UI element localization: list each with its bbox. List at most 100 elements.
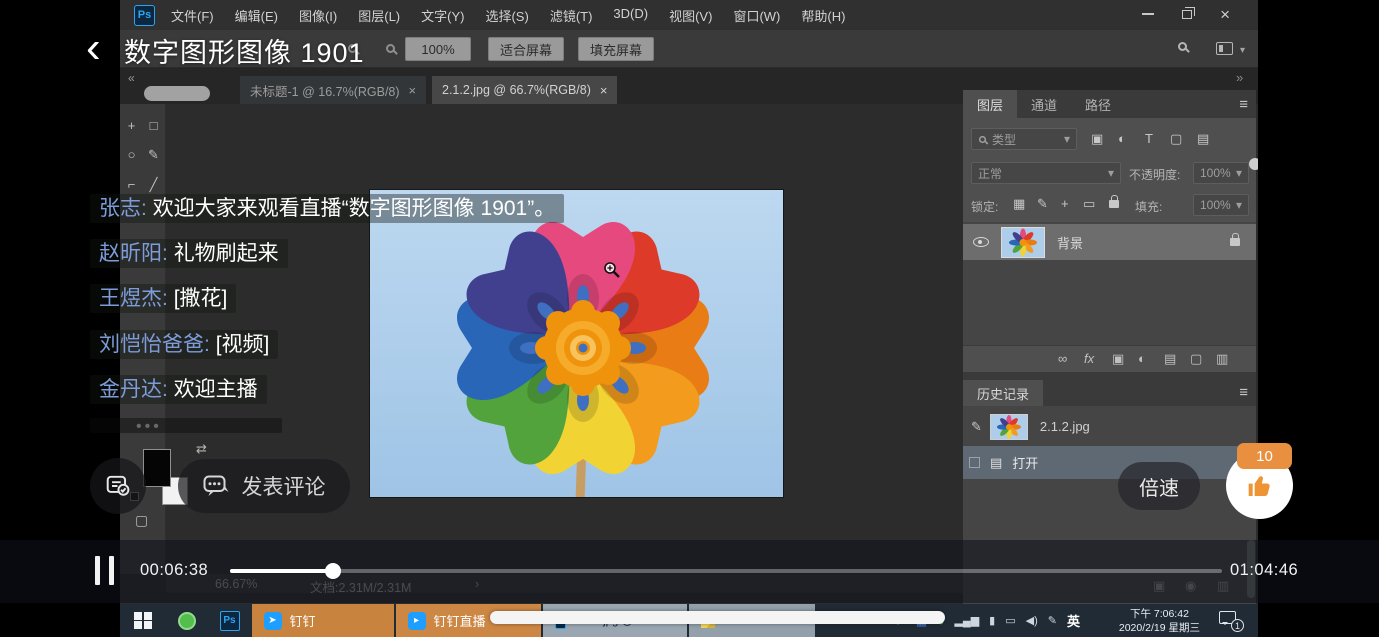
taskbar-clock[interactable]: 下午 7:06:42 2020/2/19 星期三 <box>1119 607 1200 635</box>
chat-username[interactable]: 刘恺怡爸爸: <box>99 333 210 356</box>
volume-icon[interactable]: ◀) <box>1026 614 1038 627</box>
layers-panel-tabs: 图层 通道 路径 ≡ <box>963 90 1256 118</box>
home-indicator[interactable] <box>490 611 945 624</box>
chat-username[interactable]: 赵昕阳: <box>99 242 168 265</box>
tab-history[interactable]: 历史记录 <box>963 380 1043 406</box>
quick-mask-icon[interactable]: ▢ <box>135 512 148 529</box>
move-tool-icon[interactable]: + <box>121 118 143 133</box>
snapshot-brush-icon[interactable]: ✎ <box>971 419 982 435</box>
layer-group-icon[interactable]: ▤ <box>1164 351 1176 367</box>
layer-thumbnail[interactable] <box>1001 227 1045 258</box>
chat-overlay: 张志: 欢迎大家来观看直播“数字图形图像 1901”。 赵昕阳: 礼物刷起来 王… <box>90 192 568 433</box>
layer-fx-icon[interactable]: fx <box>1084 351 1094 366</box>
opacity-select[interactable]: 100% ▾ <box>1193 162 1249 184</box>
sign-in-button[interactable] <box>90 458 146 514</box>
fit-screen-button[interactable]: 适合屏幕 <box>488 37 564 61</box>
lock-pixels-icon[interactable]: ✎ <box>1037 196 1048 212</box>
menu-help[interactable]: 帮助(H) <box>801 6 845 25</box>
network-signal-icon[interactable]: ▂▄▆ <box>954 614 979 627</box>
close-icon[interactable]: × <box>1220 6 1230 23</box>
blend-mode-select[interactable]: 正常 ▾ <box>971 162 1121 184</box>
crop-tool-icon[interactable]: ⌐ <box>121 177 143 193</box>
history-snapshot-row[interactable]: ✎ 2.1.2.jpg <box>963 410 1256 443</box>
menu-3d[interactable]: 3D(D) <box>613 6 648 25</box>
menu-select[interactable]: 选择(S) <box>485 6 528 25</box>
tab-close-icon[interactable]: × <box>409 83 417 98</box>
eyedropper-tool-icon[interactable]: ╱ <box>143 177 165 193</box>
layer-filter-select[interactable]: 类型 ▾ <box>971 128 1077 150</box>
input-method-indicator[interactable]: 英 <box>1067 611 1080 630</box>
menu-filter[interactable]: 滤镜(T) <box>550 6 593 25</box>
history-menu-icon[interactable]: ≡ <box>1239 384 1248 401</box>
lock-position-icon[interactable]: + <box>1061 196 1069 211</box>
chat-username[interactable]: 王煜杰: <box>99 287 168 310</box>
tab-212jpg[interactable]: 2.1.2.jpg @ 66.7%(RGB/8) × <box>432 76 617 104</box>
pause-button[interactable] <box>95 556 114 585</box>
collapse-panels-icon[interactable]: » <box>1236 70 1243 85</box>
chat-username[interactable]: 张志: <box>99 197 147 220</box>
history-source-checkbox[interactable] <box>969 457 980 468</box>
browser-taskbar-icon[interactable] <box>166 604 208 637</box>
zoom-level-button[interactable]: 100% <box>405 37 471 61</box>
lock-transparency-icon[interactable]: ▦ <box>1013 196 1025 212</box>
chat-username[interactable]: 金丹达: <box>99 378 168 401</box>
taskbar-item-dingtalk[interactable]: ➤ 钉钉 <box>252 604 394 637</box>
fill-select[interactable]: 100% ▾ <box>1193 194 1249 216</box>
layer-row-background[interactable]: 背景 <box>963 224 1256 260</box>
device-icon[interactable]: ▭ <box>1005 614 1015 627</box>
adjustment-layer-icon[interactable]: ◐ <box>1138 351 1146 366</box>
menu-type[interactable]: 文字(Y) <box>421 6 464 25</box>
seek-handle[interactable] <box>325 563 341 579</box>
panel-menu-icon[interactable]: ≡ <box>1239 96 1248 113</box>
filter-type-icon[interactable]: T <box>1145 131 1153 146</box>
delete-layer-icon[interactable]: ▥ <box>1216 351 1228 367</box>
search-icon[interactable] <box>1178 42 1187 51</box>
back-button[interactable]: ‹ <box>86 26 101 70</box>
usb-icon[interactable]: ▮ <box>989 614 995 627</box>
marquee-tool-icon[interactable]: □ <box>143 118 165 133</box>
filter-shape-icon[interactable]: ▢ <box>1170 131 1182 147</box>
dingtalk-live-icon: ▸ <box>408 612 426 630</box>
menu-image[interactable]: 图像(I) <box>299 6 337 25</box>
filter-smartobject-icon[interactable]: ▤ <box>1197 131 1209 147</box>
chat-message-truncated <box>90 418 282 433</box>
zoom-out-icon[interactable] <box>386 44 395 53</box>
brush-tool-icon[interactable]: ✎ <box>143 147 165 163</box>
tab-close-icon[interactable]: × <box>600 83 608 98</box>
lasso-tool-icon[interactable]: ○ <box>121 147 143 163</box>
tab-layers[interactable]: 图层 <box>963 90 1017 118</box>
visibility-eye-icon[interactable] <box>973 237 989 247</box>
filter-adjustment-icon[interactable]: ◐ <box>1118 131 1126 146</box>
filter-toggle-icon[interactable] <box>1249 158 1258 170</box>
new-layer-icon[interactable]: ▢ <box>1190 351 1202 367</box>
history-open-row[interactable]: ▤ 打开 <box>963 446 1256 479</box>
swap-colors-icon[interactable]: ⇄ <box>196 441 207 457</box>
collapse-panel-icon[interactable]: « <box>128 71 135 85</box>
layer-mask-icon[interactable]: ▣ <box>1112 351 1124 367</box>
menu-layer[interactable]: 图层(L) <box>358 6 400 25</box>
playback-speed-button[interactable]: 倍速 <box>1118 462 1200 510</box>
fill-screen-button[interactable]: 填充屏幕 <box>578 37 654 61</box>
menu-file[interactable]: 文件(F) <box>171 6 214 25</box>
menu-window[interactable]: 窗口(W) <box>733 6 780 25</box>
restore-icon[interactable] <box>1182 10 1192 19</box>
post-comment-button[interactable]: 发表评论 <box>178 459 350 513</box>
menu-edit[interactable]: 编辑(E) <box>235 6 278 25</box>
minimize-icon[interactable] <box>1142 13 1154 15</box>
filter-pixel-icon[interactable]: ▣ <box>1091 131 1103 147</box>
chevron-down-icon[interactable]: ▾ <box>1240 45 1245 56</box>
lock-artboard-icon[interactable]: ▭ <box>1083 196 1095 212</box>
foreground-color-swatch[interactable] <box>143 449 171 487</box>
workspace-icon[interactable] <box>1216 42 1233 55</box>
photoshop-taskbar-icon[interactable]: Ps <box>208 604 252 637</box>
link-layers-icon[interactable]: ∞ <box>1058 351 1067 366</box>
tab-paths[interactable]: 路径 <box>1071 90 1125 118</box>
menu-view[interactable]: 视图(V) <box>669 6 712 25</box>
tab-channels[interactable]: 通道 <box>1017 90 1071 118</box>
pen-icon[interactable]: ✎ <box>1048 614 1057 627</box>
lock-all-icon[interactable] <box>1109 200 1119 208</box>
seek-bar[interactable] <box>230 569 1222 573</box>
tab-untitled[interactable]: 未标题-1 @ 16.7%(RGB/8) × <box>240 76 426 104</box>
start-button[interactable] <box>120 604 166 637</box>
history-panel-header: 历史记录 ≡ <box>963 380 1256 406</box>
